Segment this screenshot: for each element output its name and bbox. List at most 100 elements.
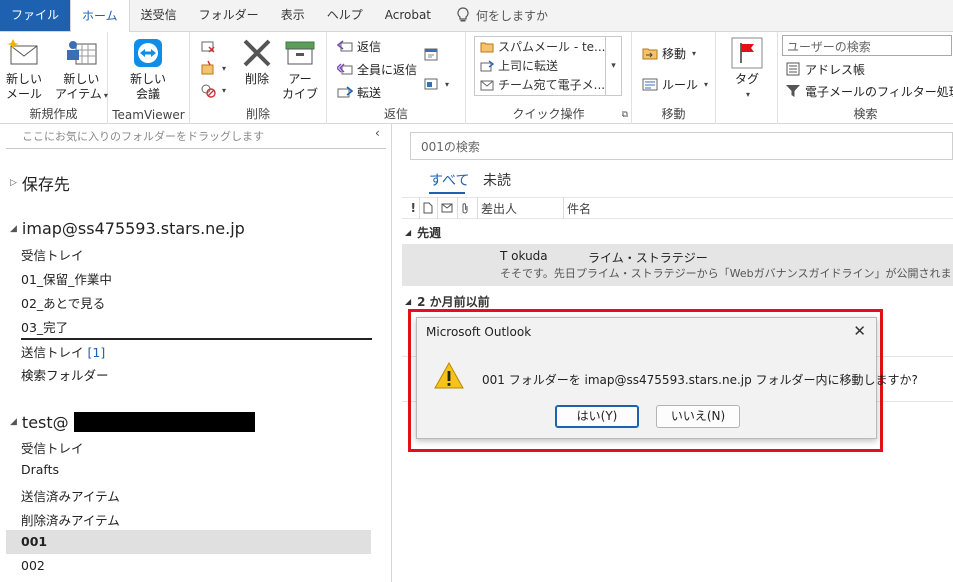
- mail-search-input[interactable]: 001の検索: [410, 132, 953, 160]
- mail-row[interactable]: T okuda ライム・ストラテジー そそです。先日プライム・ストラテジーから「…: [402, 244, 953, 286]
- folder-sent[interactable]: 送信済みアイテム: [21, 486, 120, 505]
- folder-outbox-label: 送信トレイ: [21, 345, 84, 360]
- folder-deleted[interactable]: 削除済みアイテム: [21, 510, 120, 529]
- group-teamviewer-label: TeamViewer: [112, 108, 185, 122]
- dialog-close-icon[interactable]: ✕: [853, 322, 866, 340]
- group-lastweek-label: 先週: [417, 226, 442, 240]
- group-tags: タグ ▾: [716, 32, 778, 124]
- folder-pane: ここにお気に入りのフォルダーをドラッグします ‹ ▷ 保存先 ◢ imap@ss…: [0, 124, 392, 582]
- tab-view[interactable]: 表示: [270, 0, 316, 31]
- ignore-icon: [201, 41, 215, 53]
- group-search-label: 検索: [853, 107, 878, 121]
- ignore-button[interactable]: [200, 36, 216, 56]
- importance-column-icon[interactable]: !: [402, 197, 420, 219]
- new-mail-button[interactable]: 新しい メール: [6, 36, 42, 102]
- from-column-header[interactable]: 差出人: [478, 197, 564, 219]
- tags-button[interactable]: タグ ▾: [730, 36, 764, 102]
- tell-me-search[interactable]: 何をしますか: [456, 0, 548, 31]
- tab-home[interactable]: ホーム: [70, 0, 130, 32]
- attachment-column-icon[interactable]: [458, 197, 478, 219]
- filter-email-button[interactable]: 電子メールのフィルター処理▾: [785, 81, 953, 101]
- quick-step-spam[interactable]: スパムメール - te...: [475, 37, 621, 56]
- group-header-lastweek[interactable]: ◢ 先週: [405, 224, 441, 241]
- reply-icon: [337, 40, 353, 52]
- group-reply-label: 返信: [383, 107, 408, 121]
- folder-02[interactable]: 02_あとで見る: [21, 293, 105, 312]
- reply-all-icon: [337, 63, 353, 75]
- address-book-button[interactable]: アドレス帳: [785, 59, 865, 79]
- folder-03[interactable]: 03_完了: [21, 317, 68, 336]
- delete-button[interactable]: 削除: [240, 36, 274, 87]
- more-reply-button[interactable]: ▾: [423, 74, 449, 94]
- teamviewer-icon: [134, 39, 162, 67]
- tab-acrobat[interactable]: Acrobat: [374, 0, 442, 31]
- tab-send-receive[interactable]: 送受信: [130, 0, 188, 31]
- rules-button[interactable]: ルール ▾: [642, 74, 708, 94]
- group-move: 移動 ▾ ルール ▾ 移動: [632, 32, 716, 124]
- filter-active-underline: [429, 192, 465, 194]
- delete-label: 削除: [244, 72, 269, 86]
- new-meeting-button[interactable]: 新しい 会議: [130, 36, 166, 102]
- move-button[interactable]: 移動 ▾: [642, 43, 696, 63]
- quick-step-team-label: チーム宛て電子メ...: [498, 78, 606, 92]
- folder-01[interactable]: 01_保留_作業中: [21, 269, 112, 288]
- subject-column-header[interactable]: 件名: [564, 197, 594, 219]
- tab-folder[interactable]: フォルダー: [188, 0, 270, 31]
- forward-button[interactable]: 転送: [337, 82, 381, 102]
- mail-row-subject: ライム・ストラテジー: [588, 251, 708, 265]
- folder-002[interactable]: 002: [21, 558, 45, 573]
- redacted-block: [73, 412, 255, 432]
- collapse-group-icon: ◢: [405, 228, 412, 237]
- dialog-title: Microsoft Outlook: [426, 325, 532, 339]
- quick-steps-more-icon[interactable]: ▾: [605, 37, 621, 95]
- meeting-reply-button[interactable]: [423, 44, 439, 64]
- collapse-pane-icon[interactable]: ‹: [375, 126, 380, 140]
- folder-outbox[interactable]: 送信トレイ [1]: [21, 342, 105, 361]
- move-label: 移動: [662, 46, 687, 61]
- tab-help[interactable]: ヘルプ: [316, 0, 374, 31]
- account-test[interactable]: ◢ test@: [10, 412, 255, 432]
- flag-icon: [731, 37, 763, 69]
- folder-001-selected[interactable]: 001: [6, 530, 371, 554]
- archive-icon: [285, 41, 315, 65]
- folder-test-inbox[interactable]: 受信トレイ: [21, 438, 84, 457]
- folder-saved[interactable]: ▷ 保存先: [10, 171, 70, 195]
- favorites-divider: [6, 148, 386, 149]
- group-header-older[interactable]: ◢ 2 か月前以前: [405, 293, 490, 310]
- expand-down-icon: ◢: [10, 223, 17, 234]
- status-column-icon[interactable]: [438, 197, 458, 219]
- archive-button[interactable]: アー カイブ: [282, 36, 318, 102]
- group-new-label: 新規作成: [29, 107, 78, 121]
- quick-steps-launcher-icon[interactable]: ⧉: [622, 110, 628, 120]
- filter-email-label: 電子メールのフィルター処理: [805, 84, 953, 99]
- archive-label: アー カイブ: [282, 72, 319, 101]
- folder-search[interactable]: 検索フォルダー: [21, 365, 109, 384]
- no-button[interactable]: いいえ(N): [656, 405, 740, 428]
- doc-column-icon[interactable]: [420, 197, 438, 219]
- drop-indicator-line: [21, 338, 372, 340]
- filter-unread-tab[interactable]: 未読: [483, 170, 511, 190]
- tab-file[interactable]: ファイル: [0, 0, 71, 31]
- user-search-input[interactable]: ユーザーの検索: [782, 35, 952, 56]
- quick-step-boss[interactable]: 上司に転送: [475, 56, 621, 75]
- new-item-button[interactable]: 新しい アイテム ▾: [55, 36, 108, 103]
- quick-step-team[interactable]: チーム宛て電子メ...: [475, 75, 621, 94]
- folder-inbox[interactable]: 受信トレイ: [21, 245, 84, 264]
- cleanup-icon: [201, 60, 214, 75]
- account-imap[interactable]: ◢ imap@ss475593.stars.ne.jp: [10, 219, 245, 238]
- folder-drafts[interactable]: Drafts: [21, 462, 59, 477]
- filter-all-tab[interactable]: すべて: [429, 170, 469, 190]
- yes-button[interactable]: はい(Y): [555, 405, 639, 428]
- account-test-label: test@: [21, 412, 69, 432]
- group-older-label: 2 か月前以前: [417, 295, 490, 309]
- mail-row-preview: そそです。先日プライム・ストラテジーから「Webガバナンスガイドライン」が公開さ…: [500, 267, 950, 280]
- group-delete-label: 削除: [245, 107, 270, 121]
- reply-button[interactable]: 返信: [337, 36, 381, 56]
- forward-label: 転送: [357, 85, 382, 100]
- reply-all-button[interactable]: 全員に返信: [337, 59, 417, 79]
- cleanup-button[interactable]: ▾: [200, 58, 226, 78]
- junk-button[interactable]: ▾: [200, 80, 226, 100]
- account-imap-label: imap@ss475593.stars.ne.jp: [21, 219, 245, 238]
- delete-x-icon: [243, 39, 271, 67]
- rules-icon: [642, 78, 658, 91]
